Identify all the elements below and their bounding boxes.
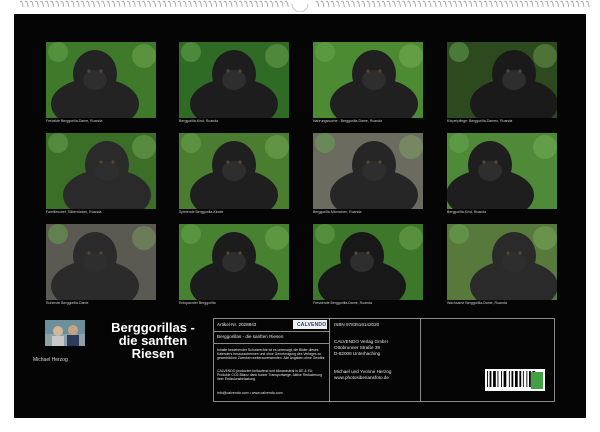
contact-line: info@calvendo.com • www.calvendo.com (217, 391, 283, 395)
photo-caption: Ruhende Berggorilla-Dame (46, 301, 89, 305)
legal-notice: Inhalte bestehender Schutzrechte ist es … (217, 348, 326, 360)
article-number: Artikel-Nr. 2028843 (217, 322, 257, 327)
gorilla-photo (313, 224, 423, 300)
gorilla-photo (179, 42, 289, 118)
publisher-street: Ottobrunner Straße 39 (334, 345, 380, 350)
gorilla-photo (46, 224, 156, 300)
gorilla-photo (46, 42, 156, 118)
gorilla-photo (447, 42, 557, 118)
photo-caption: Nahrungssuche - Berggorilla-Dame, Ruanda (313, 119, 383, 123)
photo-caption: Freiwilde Berggorilla-Dame, Ruanda (46, 119, 103, 123)
photo-caption: Spielende Berggorilla-Kinder (179, 210, 224, 214)
gorilla-photo (179, 224, 289, 300)
sustainability-notice: CALVENDO produziert fortlaufend und klim… (217, 369, 322, 381)
calendar-title: Berggorillas - die sanften Riesen (111, 320, 195, 361)
climate-neutral-icon (531, 372, 543, 389)
photo-caption: Wachsame Berggorilla-Dame, Ruanda (447, 301, 507, 305)
photo-caption: Entspannter Berggorilla (179, 301, 216, 305)
wire-binding (19, 0, 590, 12)
info-subtitle: Berggorillas - die sanften Riesen (217, 334, 284, 339)
photo-caption: Berggorilla-Kind, Ruanda (179, 119, 219, 123)
gorilla-photo (447, 133, 557, 209)
gorilla-photo (46, 133, 156, 209)
authors-line: Michael und Yvonne Herzog (334, 369, 392, 374)
photo-caption: Fressende Berggorilla-Dame, Ruanda (313, 301, 372, 305)
gorilla-photo (313, 133, 423, 209)
gorilla-photo (447, 224, 557, 300)
photo-caption: Körperpflege: Berggorilla-Damen, Ruanda (447, 119, 513, 123)
photo-caption: Berggorilla-Kind, Ruanda (447, 210, 487, 214)
author-photo (45, 320, 85, 346)
photo-caption: Berggorilla-Männchen, Ruanda (313, 210, 362, 214)
calvendo-logo: CALVENDO (293, 320, 327, 329)
author-name: Michael Herzog (33, 357, 68, 363)
gorilla-photo (313, 42, 423, 118)
gorilla-photo (179, 133, 289, 209)
isbn: ISBN 9783516142020 (334, 322, 380, 327)
publisher-city: D-82008 Unterhaching (334, 351, 381, 356)
photo-caption: Familienchef, Silberrücken, Ruanda (46, 210, 102, 214)
authors-url: www.photosiberiansfoto.de (334, 375, 389, 380)
publisher-name: CALVENDO Verlag GmbH (334, 339, 388, 344)
